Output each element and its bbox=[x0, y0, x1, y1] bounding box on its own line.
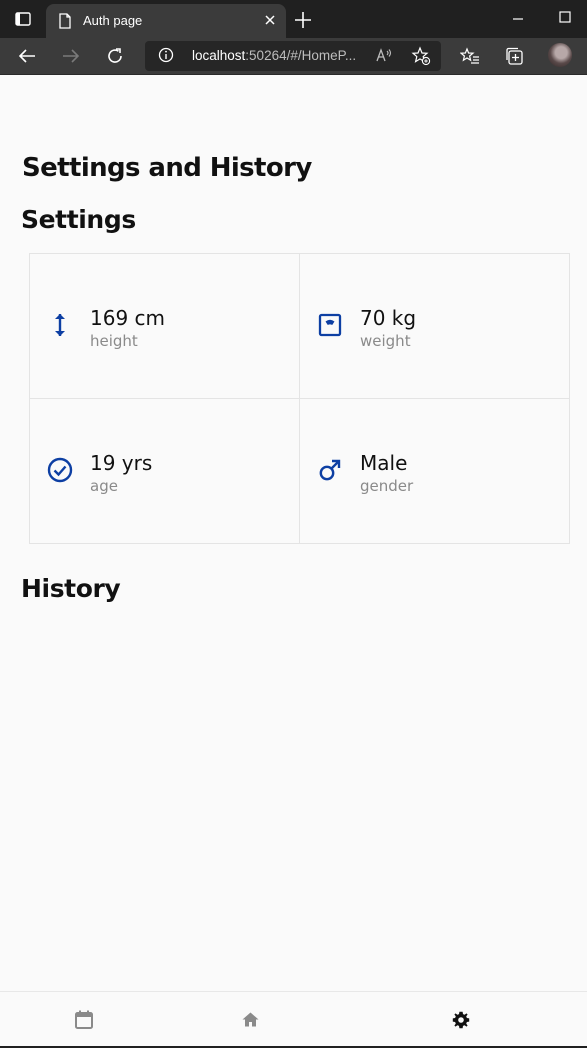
settings-card-weight[interactable]: 70 kg weight bbox=[299, 253, 570, 399]
nav-home-button[interactable] bbox=[153, 992, 348, 1047]
browser-tab-bar: Auth page bbox=[0, 0, 587, 38]
height-value: 169 cm bbox=[90, 306, 166, 330]
url-path: :50264/#/HomeP... bbox=[245, 48, 357, 63]
settings-card-height[interactable]: 169 cm height bbox=[29, 253, 300, 399]
scale-icon bbox=[316, 311, 344, 339]
close-icon[interactable] bbox=[262, 12, 278, 28]
arrow-right-icon bbox=[63, 49, 80, 63]
height-arrows-icon bbox=[46, 311, 74, 339]
settings-card-age[interactable]: 19 yrs age bbox=[29, 398, 300, 544]
collections-icon bbox=[506, 47, 523, 65]
profile-avatar[interactable] bbox=[548, 43, 572, 67]
sidebar-tabs-icon bbox=[15, 12, 31, 26]
age-value: 19 yrs bbox=[90, 451, 153, 475]
add-favorite-icon[interactable] bbox=[411, 46, 431, 66]
male-icon bbox=[316, 456, 344, 484]
home-icon bbox=[242, 1012, 259, 1027]
refresh-button[interactable] bbox=[104, 45, 126, 67]
browser-toolbar: localhost:50264/#/HomeP... bbox=[0, 38, 587, 75]
gear-icon bbox=[452, 1011, 469, 1028]
height-label: height bbox=[90, 332, 138, 350]
url-host: localhost bbox=[192, 48, 246, 63]
weight-label: weight bbox=[360, 332, 411, 350]
refresh-icon bbox=[108, 48, 122, 63]
back-button[interactable] bbox=[16, 45, 38, 67]
minimize-icon[interactable] bbox=[511, 12, 525, 26]
calendar-icon bbox=[74, 1010, 93, 1029]
arrow-left-icon bbox=[18, 49, 35, 63]
forward-button[interactable] bbox=[60, 45, 82, 67]
weight-value: 70 kg bbox=[360, 306, 417, 330]
settings-grid: 169 cm height 70 kg weight 19 yrs age Ma… bbox=[29, 253, 570, 545]
nav-settings-button[interactable] bbox=[363, 992, 558, 1047]
collections-button[interactable] bbox=[503, 45, 525, 67]
settings-card-gender[interactable]: Male gender bbox=[299, 398, 570, 544]
document-icon bbox=[59, 13, 71, 29]
age-label: age bbox=[90, 477, 118, 495]
settings-heading: Settings bbox=[21, 205, 136, 234]
read-aloud-icon[interactable] bbox=[375, 47, 393, 65]
new-tab-plus-icon[interactable] bbox=[293, 10, 313, 30]
url-text: localhost:50264/#/HomeP... bbox=[192, 48, 356, 63]
browser-tab-active[interactable]: Auth page bbox=[46, 4, 286, 38]
address-bar[interactable]: localhost:50264/#/HomeP... bbox=[145, 41, 441, 71]
page-title: Settings and History bbox=[22, 153, 312, 183]
gender-value: Male bbox=[360, 451, 408, 475]
info-icon[interactable] bbox=[158, 47, 174, 63]
maximize-icon[interactable] bbox=[558, 10, 572, 24]
check-circle-icon bbox=[46, 456, 74, 484]
favorites-button[interactable] bbox=[459, 45, 481, 67]
app-viewport: Settings and History Settings 169 cm hei… bbox=[0, 75, 587, 1048]
history-heading: History bbox=[21, 574, 121, 603]
tab-actions-button[interactable] bbox=[12, 9, 34, 29]
gender-label: gender bbox=[360, 477, 414, 495]
bottom-navigation bbox=[0, 991, 587, 1048]
tab-title: Auth page bbox=[83, 13, 143, 28]
favorites-list-icon bbox=[460, 47, 479, 64]
